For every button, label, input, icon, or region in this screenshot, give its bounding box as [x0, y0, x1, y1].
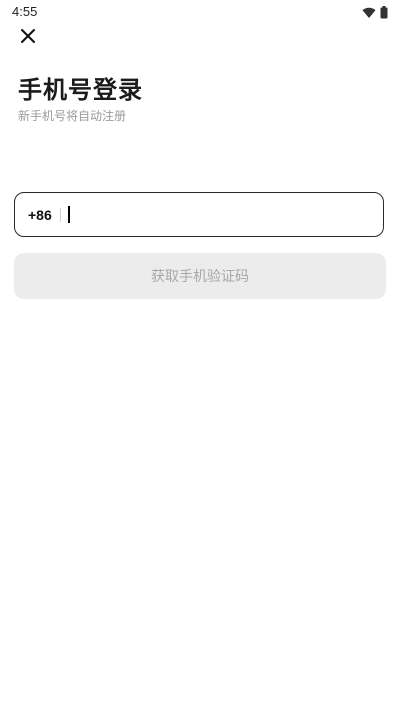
- login-screen: 4:55 手机号登录 新手机号将自动注册 +86 获取手机验证码: [0, 0, 400, 711]
- battery-icon: [380, 4, 388, 23]
- phone-number-input[interactable]: [69, 193, 383, 236]
- wifi-icon: [362, 4, 376, 23]
- status-time: 4:55: [12, 4, 38, 19]
- status-icons: [362, 4, 388, 23]
- page-title: 手机号登录: [18, 76, 143, 104]
- status-bar: 4:55: [0, 0, 400, 24]
- phone-field[interactable]: +86: [14, 192, 384, 237]
- close-icon: [20, 28, 36, 48]
- country-code-selector[interactable]: +86: [28, 207, 52, 223]
- get-verification-code-button[interactable]: 获取手机验证码: [14, 253, 386, 299]
- field-divider: [59, 207, 61, 222]
- close-button[interactable]: [16, 26, 40, 50]
- page-subtitle: 新手机号将自动注册: [18, 109, 127, 123]
